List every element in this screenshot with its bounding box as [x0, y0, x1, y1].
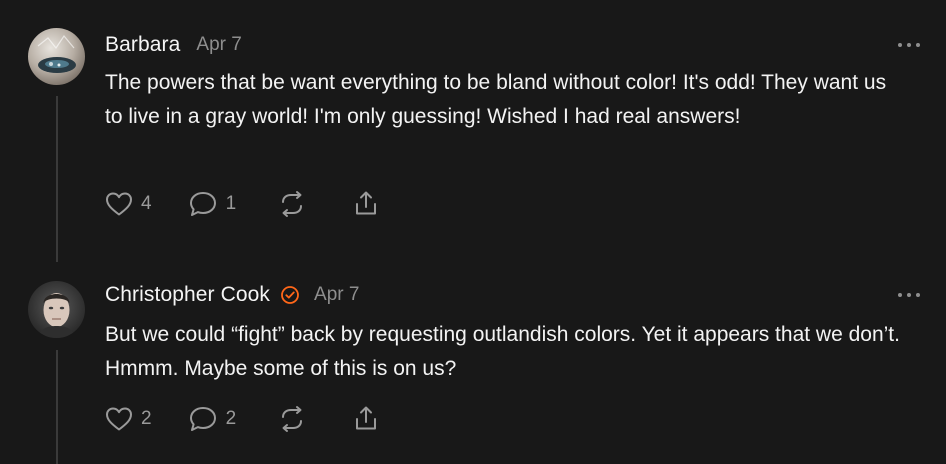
share-button[interactable] — [352, 190, 380, 218]
comment-header: Barbara Apr 7 — [105, 33, 242, 57]
more-icon[interactable] — [898, 290, 920, 300]
comment-actions: 2 2 — [105, 405, 380, 433]
reply-button[interactable]: 2 — [188, 405, 237, 433]
comment-date[interactable]: Apr 7 — [196, 34, 241, 56]
like-count: 4 — [141, 193, 152, 214]
comment-header: Christopher Cook Apr 7 — [105, 283, 359, 307]
author-name[interactable]: Barbara — [105, 33, 180, 57]
more-icon[interactable] — [898, 40, 920, 50]
like-button[interactable]: 4 — [105, 190, 152, 218]
reply-button[interactable]: 1 — [188, 190, 237, 218]
comment-date[interactable]: Apr 7 — [314, 284, 359, 306]
avatar[interactable] — [28, 28, 85, 85]
restack-icon — [282, 406, 303, 432]
share-icon — [356, 191, 377, 215]
comment-text: But we could “fight” back by requesting … — [105, 323, 900, 380]
restack-button[interactable] — [278, 190, 306, 218]
restack-icon — [282, 191, 303, 217]
like-count: 2 — [141, 408, 152, 429]
thread-line — [56, 350, 58, 464]
comment-icon — [189, 407, 216, 431]
verified-check-icon — [281, 286, 299, 304]
reply-count: 1 — [225, 193, 237, 214]
comment: Barbara Apr 7 The powers that be want ev… — [0, 0, 946, 262]
comment-text: The powers that be want everything to be… — [105, 71, 887, 128]
heart-icon — [106, 192, 132, 216]
comment-icon — [189, 192, 216, 216]
comment-actions: 4 1 — [105, 190, 380, 218]
comment: Christopher Cook Apr 7 But we could “fig… — [0, 258, 946, 464]
like-button[interactable]: 2 — [105, 405, 152, 433]
avatar[interactable] — [28, 281, 85, 338]
thread-line — [56, 96, 58, 262]
heart-icon — [106, 407, 132, 431]
share-icon — [356, 406, 377, 430]
author-name[interactable]: Christopher Cook — [105, 283, 270, 307]
share-button[interactable] — [352, 405, 380, 433]
reply-count: 2 — [225, 408, 237, 429]
restack-button[interactable] — [278, 405, 306, 433]
